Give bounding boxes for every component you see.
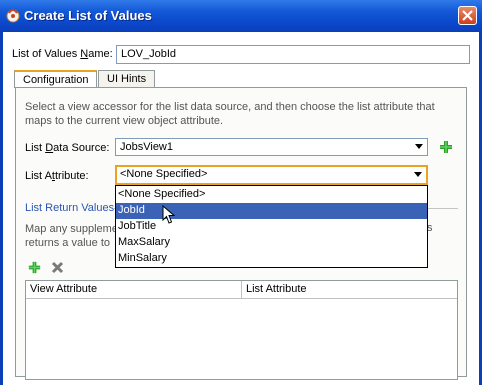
data-source-value: JobsView1	[120, 141, 173, 153]
dropdown-option[interactable]: <None Specified>	[116, 187, 427, 203]
mouse-pointer-icon	[162, 205, 176, 224]
return-values-table: View Attribute List Attribute	[25, 280, 458, 380]
title-bar: Create List of Values	[0, 0, 482, 32]
chevron-down-icon	[414, 172, 422, 177]
configuration-description: Select a view accessor for the list data…	[25, 101, 435, 127]
column-header-view-attribute[interactable]: View Attribute	[26, 281, 242, 299]
lov-name-input[interactable]: LOV_JobId	[116, 45, 470, 64]
data-source-label: List Data Source:	[25, 142, 110, 154]
dropdown-option[interactable]: MinSalary	[116, 251, 427, 267]
list-attribute-value: <None Specified>	[120, 168, 208, 180]
return-values-title: List Return Values	[25, 202, 115, 214]
lov-name-label: List of Values Name:	[12, 48, 113, 60]
chevron-down-icon	[415, 144, 423, 149]
list-attribute-dropdown: <None Specified> JobId JobTitle MaxSalar…	[115, 185, 428, 268]
delete-row-icon[interactable]	[51, 261, 64, 274]
list-attribute-label: List Attribute:	[25, 170, 89, 182]
map-description: Map any suppleme returns a value to	[25, 223, 118, 249]
jdeveloper-icon	[6, 9, 20, 23]
add-row-icon[interactable]	[27, 260, 42, 275]
close-icon	[462, 10, 473, 21]
dropdown-option[interactable]: MaxSalary	[116, 235, 427, 251]
close-button[interactable]	[458, 6, 477, 25]
tab-ui-hints[interactable]: UI Hints	[98, 70, 156, 88]
window-title: Create List of Values	[24, 8, 152, 23]
column-header-list-attribute[interactable]: List Attribute	[242, 281, 457, 299]
list-attribute-select[interactable]: <None Specified>	[115, 165, 428, 185]
add-icon[interactable]	[438, 139, 454, 155]
tab-configuration[interactable]: Configuration	[14, 70, 98, 88]
data-source-select[interactable]: JobsView1	[115, 138, 428, 156]
